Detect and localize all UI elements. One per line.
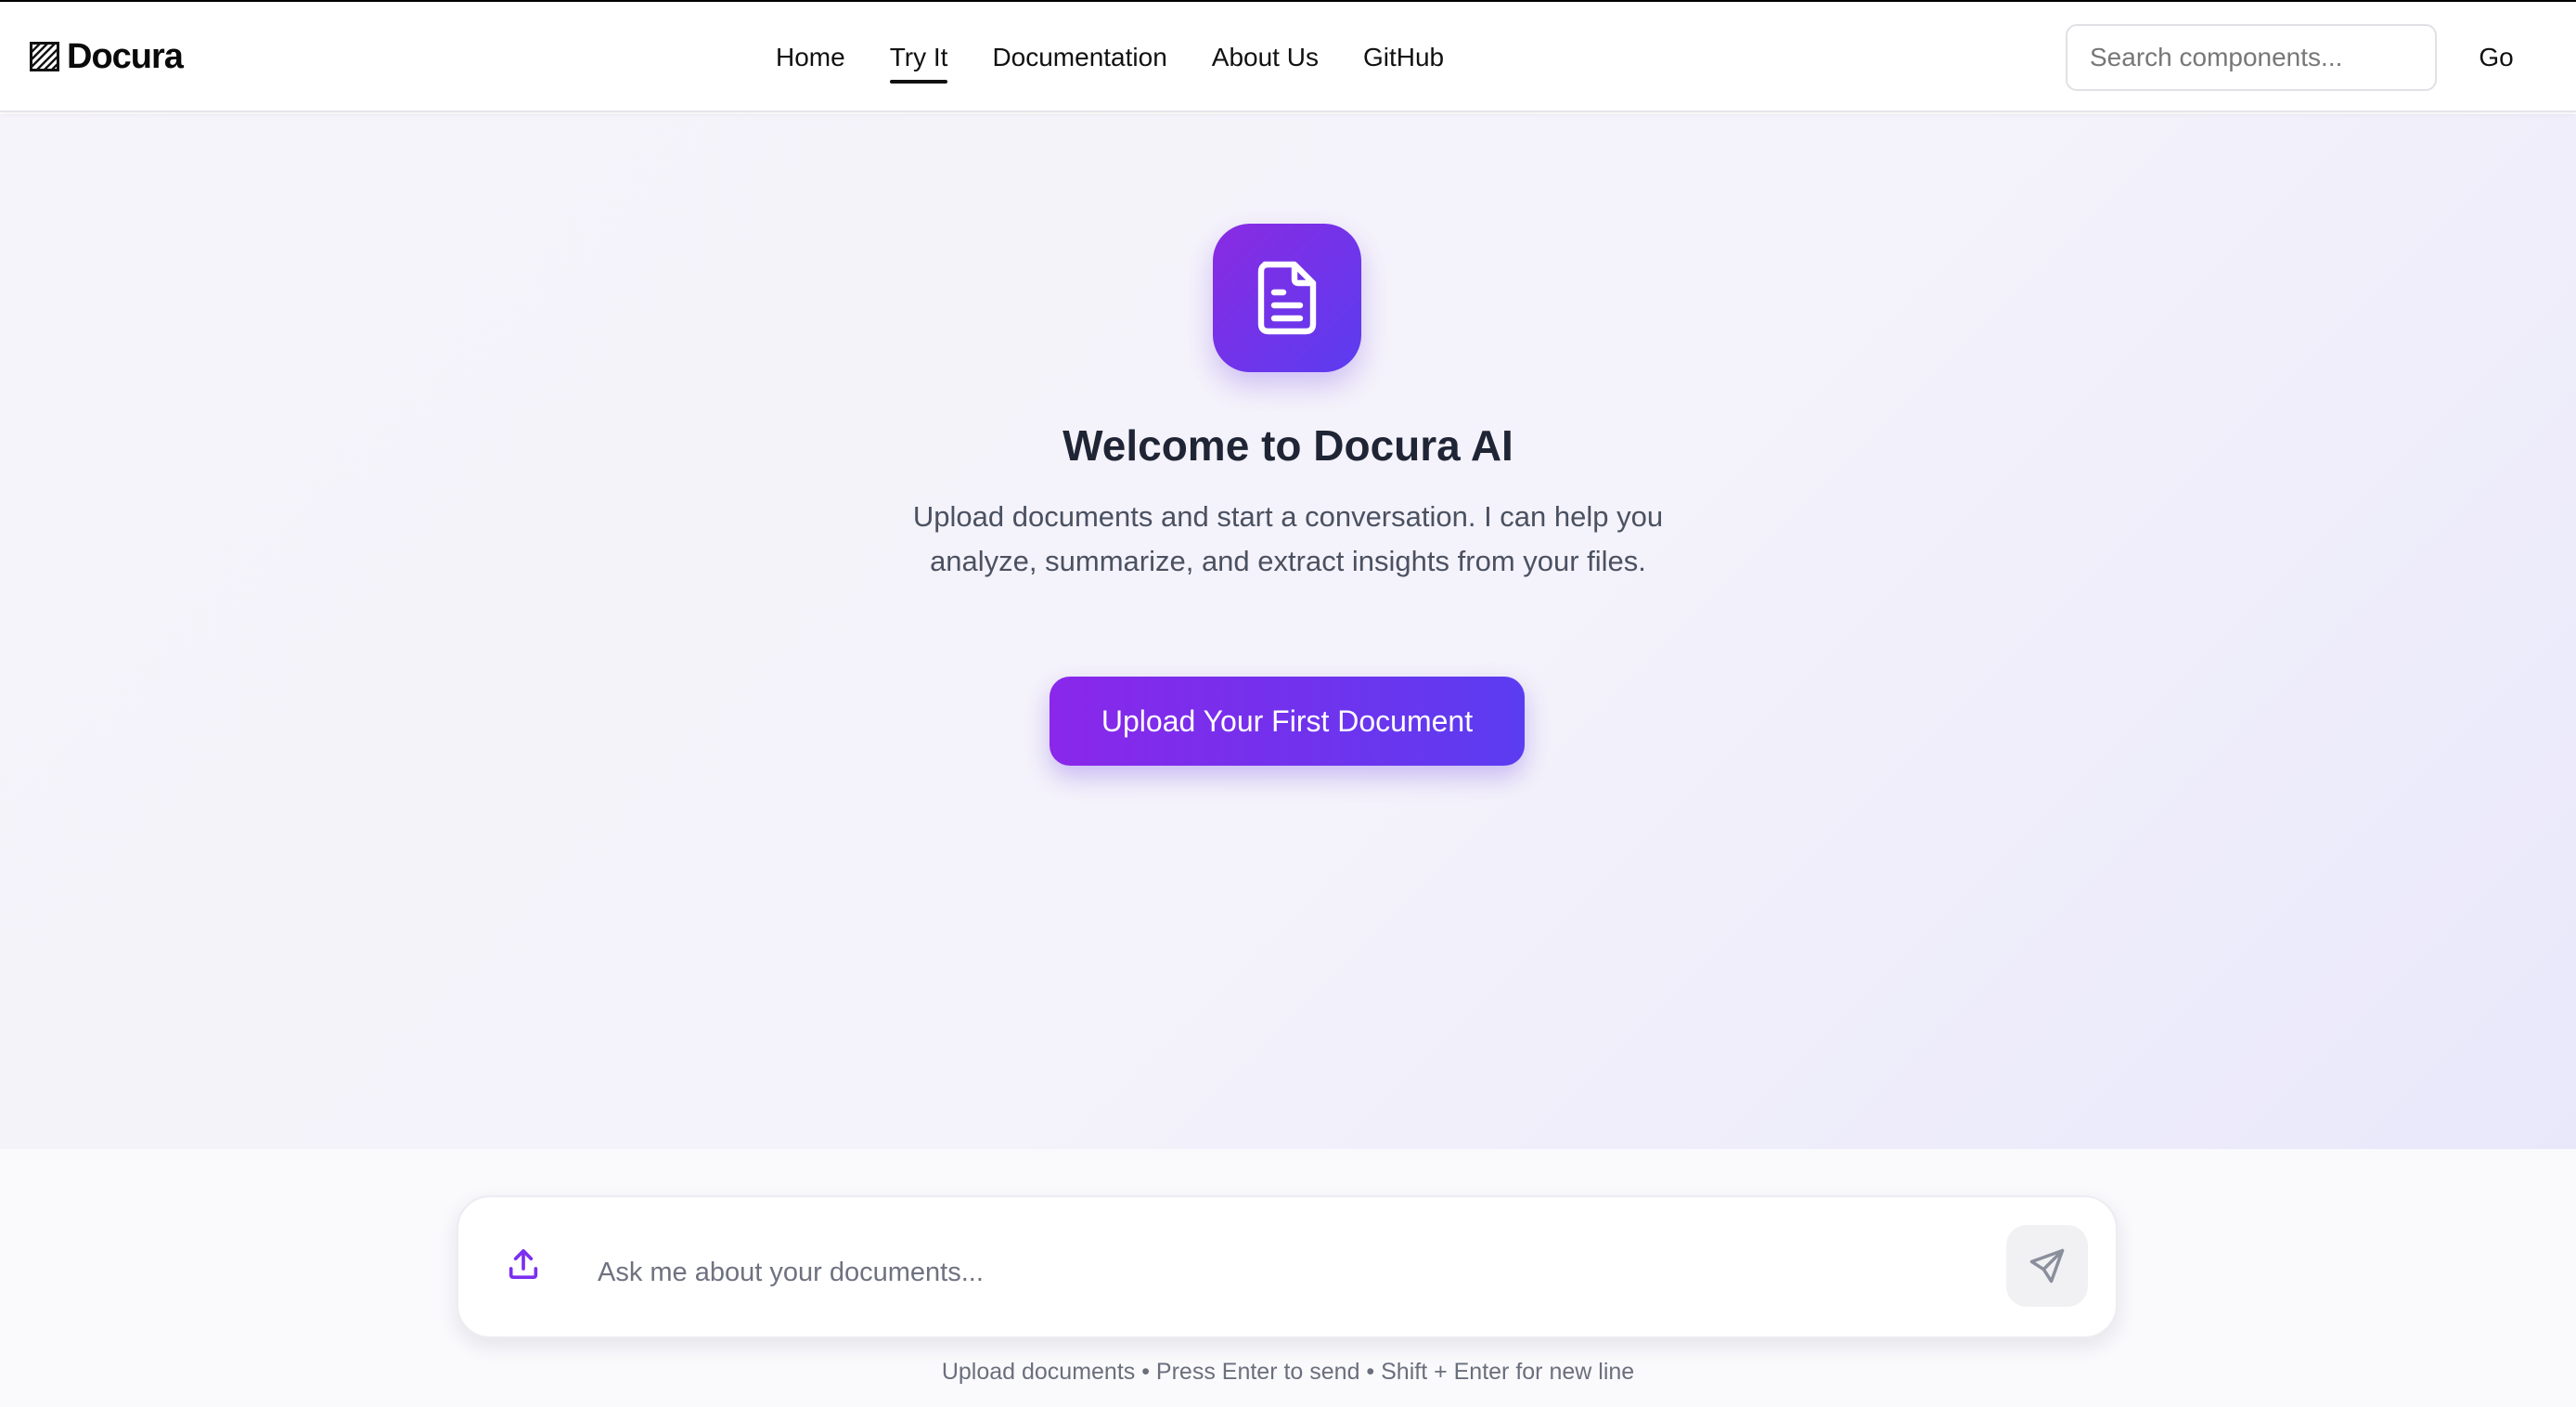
chat-composer-area: Upload documents • Press Enter to send •… [0,1149,2576,1407]
logo-hatch-icon [30,42,59,71]
app-window: Docura Home Try It Documentation About U… [0,2,2576,1407]
nav-about-us[interactable]: About Us [1212,43,1319,76]
nav-try-it[interactable]: Try It [889,43,947,84]
top-navbar: Docura Home Try It Documentation About U… [0,2,2576,112]
upload-button[interactable] [503,1244,544,1284]
welcome-hero: Welcome to Docura AI Upload documents an… [0,114,2576,1149]
send-icon [2029,1248,2065,1284]
chat-input[interactable] [598,1249,1915,1296]
nav-home[interactable]: Home [776,43,845,76]
nav-documentation[interactable]: Documentation [992,43,1166,76]
nav-github[interactable]: GitHub [1363,43,1444,76]
send-button[interactable] [2006,1225,2088,1307]
logo-text: Docura [67,36,184,76]
main-nav: Home Try It Documentation About Us GitHu… [776,39,1444,84]
document-badge [1213,224,1361,372]
document-icon [1257,261,1317,335]
hero-subtitle: Upload documents and start a conversatio… [912,500,1664,577]
hero-title: Welcome to Docura AI [1063,421,1513,470]
upload-first-document-button[interactable]: Upload Your First Document [1050,677,1525,766]
upload-icon [509,1249,538,1279]
go-button[interactable]: Go [2459,24,2533,91]
chat-composer [457,1195,2118,1338]
composer-hint: Upload documents • Press Enter to send •… [941,1359,1635,1385]
logo-link[interactable]: Docura [30,35,184,78]
search-input[interactable] [2066,24,2437,91]
